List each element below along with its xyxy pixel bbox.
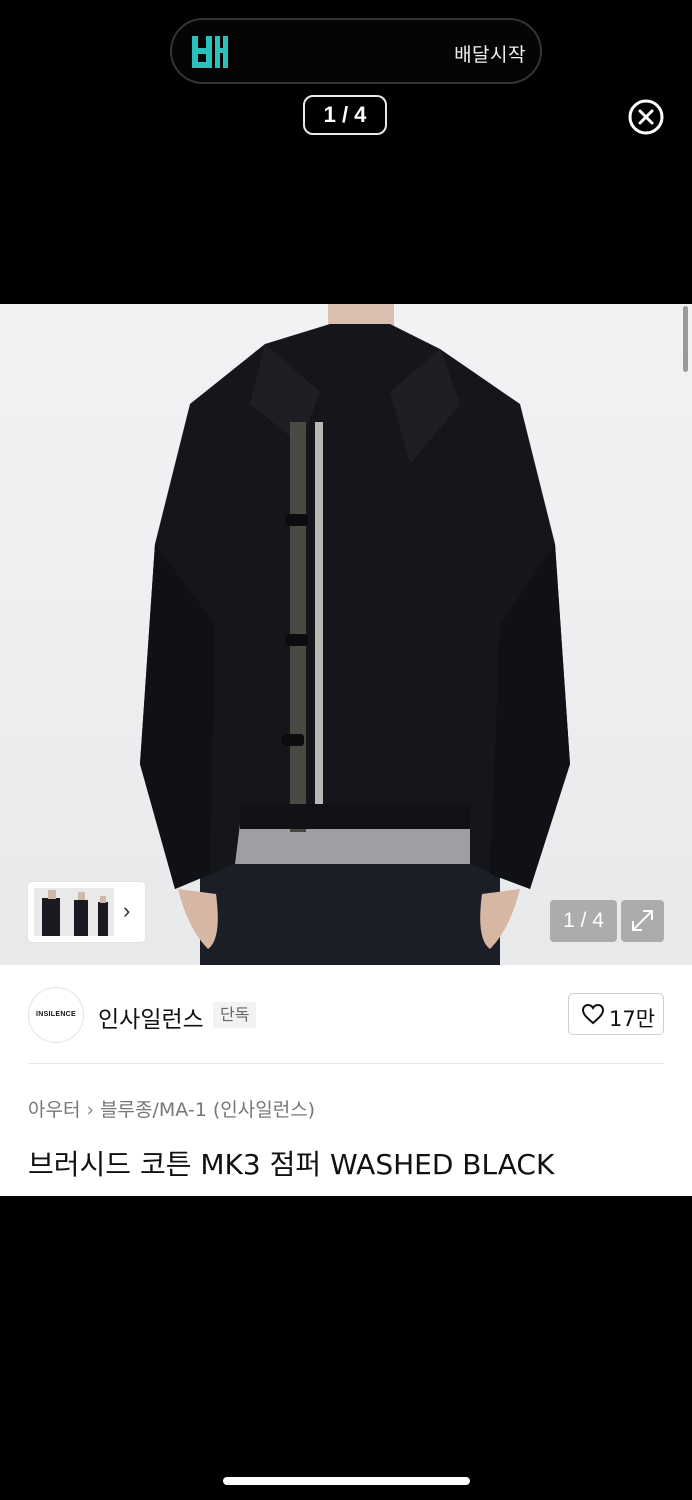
product-image[interactable]: › 1 / 4 xyxy=(0,304,692,965)
product-info-section: INSILENCE 인사일런스 단독 17만 아우터 › 블루종/MA-1 (인사일… xyxy=(0,965,692,1196)
image-viewer-counter: 1 / 4 xyxy=(303,95,387,135)
home-indicator[interactable] xyxy=(223,1477,470,1485)
like-button[interactable]: 17만 xyxy=(568,993,664,1035)
chevron-right-icon: › xyxy=(86,1099,95,1121)
brand-logo[interactable]: INSILENCE xyxy=(28,987,84,1043)
baemin-logo-icon xyxy=(192,36,228,68)
expand-button[interactable] xyxy=(621,900,664,942)
chevron-right-icon[interactable]: › xyxy=(123,898,130,924)
like-count: 17만 xyxy=(609,1007,656,1031)
thumbnail-strip[interactable]: › xyxy=(28,882,145,942)
exclusive-badge: 단독 xyxy=(213,1002,257,1028)
breadcrumb-subcategory[interactable]: 블루종/MA-1 (인사일런스) xyxy=(100,1099,315,1121)
brand-name[interactable]: 인사일런스 xyxy=(98,1000,204,1034)
divider xyxy=(28,1063,664,1064)
product-photo-jacket xyxy=(140,304,570,965)
breadcrumb: 아우터 › 블루종/MA-1 (인사일런스) xyxy=(28,1095,315,1122)
thumbnail-images xyxy=(34,888,114,936)
product-title: 브러시드 코튼 MK3 점퍼 WASHED BLACK xyxy=(28,1148,555,1181)
scroll-indicator xyxy=(683,306,688,372)
breadcrumb-category[interactable]: 아우터 xyxy=(28,1099,80,1121)
image-counter: 1 / 4 xyxy=(550,900,617,942)
expand-icon xyxy=(632,910,653,931)
heart-icon xyxy=(581,1003,605,1025)
delivery-start-text: 배달시작 xyxy=(454,44,526,66)
delivery-start-banner[interactable]: 배달시작 xyxy=(170,18,542,84)
close-circle-icon[interactable] xyxy=(627,98,665,136)
